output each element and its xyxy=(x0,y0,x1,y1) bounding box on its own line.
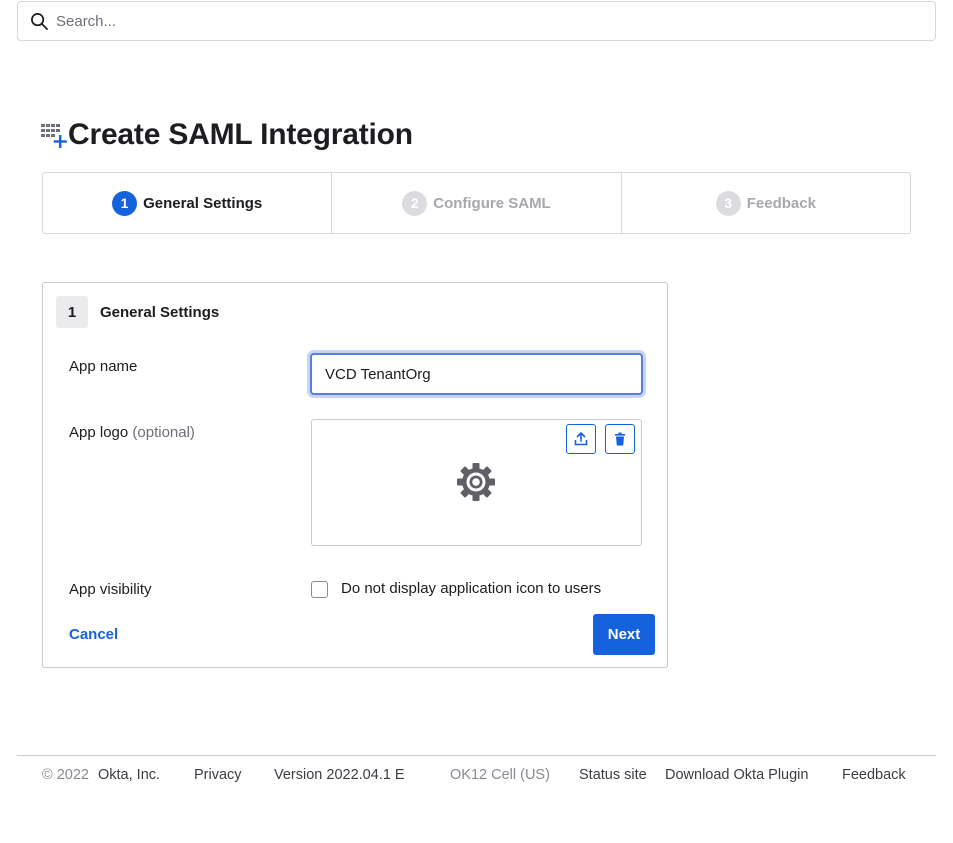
step-number: 3 xyxy=(715,190,741,216)
app-logo-label: App logo (optional) xyxy=(69,424,195,441)
app-name-input[interactable] xyxy=(310,353,643,395)
feedback-link[interactable]: Feedback xyxy=(842,767,906,783)
page-header: Create SAML Integration xyxy=(41,118,413,152)
panel-step-number: 1 xyxy=(56,296,88,328)
app-logo-label-text: App logo xyxy=(69,424,129,441)
step-number: 2 xyxy=(402,190,428,216)
copyright-year: © 2022 xyxy=(42,767,89,783)
company-name: Okta, Inc. xyxy=(98,767,161,783)
trash-icon xyxy=(615,432,625,446)
search-bar[interactable] xyxy=(17,1,936,41)
app-name-label: App name xyxy=(69,358,138,375)
wizard-steps: 1 General Settings 2 Configure SAML 3 Fe… xyxy=(42,172,911,234)
step-label: Configure SAML xyxy=(433,194,551,212)
status-site-link[interactable]: Status site xyxy=(579,767,647,783)
version-text: Version 2022.04.1 E xyxy=(274,767,405,783)
hide-app-icon-checkbox[interactable] xyxy=(311,581,328,598)
upload-icon xyxy=(574,432,588,446)
step-number: 1 xyxy=(112,190,138,216)
wizard-step-feedback: 3 Feedback xyxy=(620,173,910,233)
upload-logo-button[interactable] xyxy=(566,424,596,454)
download-plugin-link[interactable]: Download Okta Plugin xyxy=(665,767,808,783)
delete-logo-button[interactable] xyxy=(605,424,635,454)
panel-header: 1 General Settings xyxy=(56,296,219,328)
search-icon xyxy=(31,12,48,30)
wizard-step-general-settings[interactable]: 1 General Settings xyxy=(43,173,331,233)
hide-app-icon-label[interactable]: Do not display application icon to users xyxy=(341,580,601,597)
gear-icon xyxy=(457,463,495,501)
optional-hint: (optional) xyxy=(132,424,195,441)
app-logo-dropzone[interactable] xyxy=(311,419,642,546)
wizard-step-configure-saml: 2 Configure SAML xyxy=(331,173,620,233)
cell-text: OK12 Cell (US) xyxy=(450,767,550,783)
general-settings-panel: 1 General Settings App name App logo (op… xyxy=(42,282,668,668)
next-button[interactable]: Next xyxy=(593,614,655,655)
search-input[interactable] xyxy=(56,12,896,30)
app-add-icon xyxy=(41,124,67,148)
step-label: Feedback xyxy=(746,194,816,212)
privacy-link[interactable]: Privacy xyxy=(194,767,242,783)
app-visibility-label: App visibility xyxy=(69,581,152,598)
page-title: Create SAML Integration xyxy=(68,118,413,151)
cancel-button[interactable]: Cancel xyxy=(69,626,118,643)
footer-divider xyxy=(17,755,936,756)
step-label: General Settings xyxy=(143,194,263,212)
panel-title: General Settings xyxy=(100,303,220,321)
